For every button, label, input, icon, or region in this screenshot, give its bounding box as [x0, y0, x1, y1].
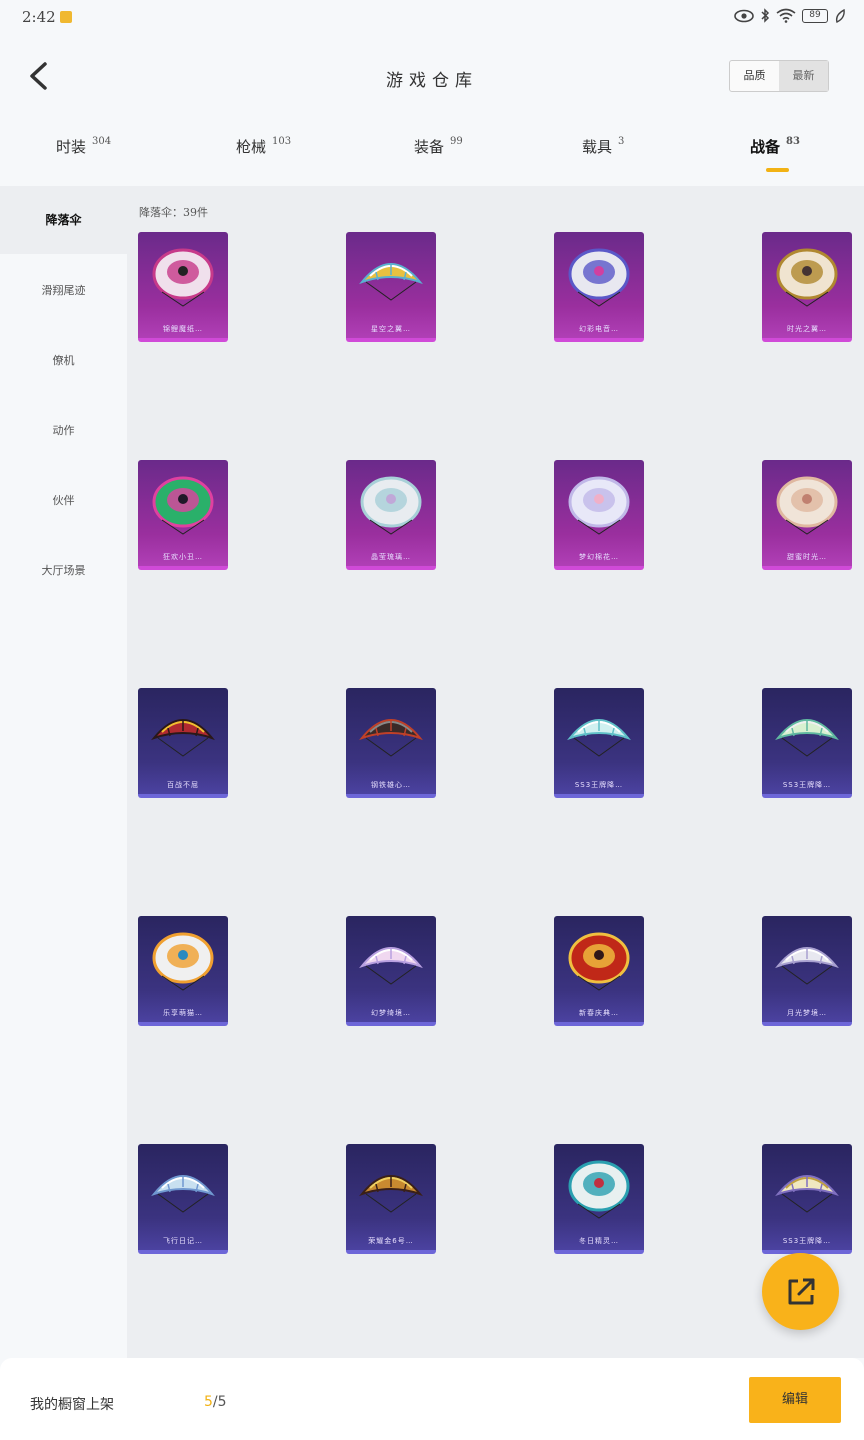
item-name: 月光梦境…	[787, 1009, 827, 1017]
item-card[interactable]: 百战不屈	[138, 688, 228, 798]
sidebar-item-emote[interactable]: 动作	[0, 422, 127, 438]
eye-icon	[734, 9, 754, 22]
parachute-wing-blue-icon	[151, 1175, 215, 1213]
item-card[interactable]: 晶莹琉璃…	[346, 460, 436, 570]
parachute-wing-brown-icon	[359, 1175, 423, 1213]
parachute-round-cream-icon	[776, 476, 838, 535]
battery-icon: 89	[802, 8, 828, 23]
parachute-round-teal-icon	[568, 1160, 630, 1219]
item-card[interactable]: 幻梦绮境…	[346, 916, 436, 1026]
parachute-wing-gold-stripe-icon	[775, 1175, 839, 1213]
parachute-wing-cyan-icon	[567, 719, 631, 757]
item-name: 星空之翼…	[371, 325, 411, 333]
item-name: SS3王牌降…	[782, 1237, 832, 1245]
item-card[interactable]: 锦鲤魔纸…	[138, 232, 228, 342]
parachute-round-crystal-icon	[360, 476, 422, 535]
parachute-wing-black-red-icon	[359, 719, 423, 757]
external-link-icon	[788, 1278, 814, 1304]
item-name: 百战不屈	[167, 781, 199, 789]
share-button[interactable]	[762, 1253, 839, 1330]
item-name: 飞行日记…	[163, 1237, 203, 1245]
item-card[interactable]: 新春庆典…	[554, 916, 644, 1026]
item-name: 晶莹琉璃…	[371, 553, 411, 561]
item-name: 幻梦绮境…	[371, 1009, 411, 1017]
item-name: 钢铁雄心…	[371, 781, 411, 789]
status-icons: 89	[734, 8, 846, 23]
sidebar-item-lobby-scene[interactable]: 大厅场景	[0, 562, 127, 578]
tab-equipment[interactable]: 装备 99	[414, 136, 463, 157]
item-card[interactable]: SS3王牌降…	[762, 688, 852, 798]
notification-icon	[60, 11, 72, 23]
parachute-wing-green-icon	[775, 719, 839, 757]
parachute-round-pink-cat-icon	[152, 248, 214, 307]
item-card[interactable]: 时光之翼…	[762, 232, 852, 342]
item-card[interactable]: 乐享萌猫…	[138, 916, 228, 1026]
bluetooth-icon	[761, 8, 770, 23]
sidebar-item-wingman[interactable]: 僚机	[0, 352, 127, 368]
tab-battle-gear[interactable]: 战备 83	[750, 136, 800, 157]
status-bar: 2:42 89	[0, 0, 864, 36]
showcase-label: 我的橱窗上架	[30, 1397, 114, 1413]
item-grid: 降落伞：39件 锦鲤魔纸… 星空之翼… 幻彩电音… 时光之翼… 狂欢小丑… 晶莹琉璃… 梦幻…	[127, 186, 864, 1358]
item-name: 冬日精灵…	[579, 1237, 619, 1245]
item-card[interactable]: SS3王牌降…	[762, 1144, 852, 1254]
item-name: 乐享萌猫…	[163, 1009, 203, 1017]
sort-by-newest[interactable]: 最新	[779, 61, 828, 91]
leaf-icon	[835, 8, 845, 23]
item-name: 幻彩电音…	[579, 325, 619, 333]
parachute-wing-silver-icon	[775, 947, 839, 985]
item-card[interactable]: 荣耀金6号…	[346, 1144, 436, 1254]
bottom-bar: 我的橱窗上架 5/5 编辑	[0, 1358, 864, 1440]
item-name: 梦幻棉花…	[579, 553, 619, 561]
parachute-round-owl-icon	[152, 932, 214, 991]
item-card[interactable]: 星空之翼…	[346, 232, 436, 342]
item-name: 新春庆典…	[579, 1009, 619, 1017]
header: 游戏仓库 品质 最新	[0, 36, 864, 116]
sidebar: 降落伞 滑翔尾迹 僚机 动作 伙伴 大厅场景	[0, 186, 127, 1358]
item-card[interactable]: 幻彩电音…	[554, 232, 644, 342]
category-tabs: 时装 304 枪械 103 装备 99 载具 3 战备 83	[0, 126, 864, 182]
tab-vehicles[interactable]: 载具 3	[582, 136, 624, 157]
item-card[interactable]: 月光梦境…	[762, 916, 852, 1026]
item-count-label: 降落伞：39件	[139, 206, 208, 219]
showcase-count: 5/5	[204, 1394, 227, 1410]
sidebar-item-companion[interactable]: 伙伴	[0, 492, 127, 508]
parachute-round-red-icon	[568, 932, 630, 991]
tab-weapons[interactable]: 枪械 103	[236, 136, 291, 157]
item-name: SS3王牌降…	[574, 781, 624, 789]
item-name: 甜蜜时光…	[787, 553, 827, 561]
tab-fashion[interactable]: 时装 304	[56, 136, 111, 157]
edit-button[interactable]: 编辑	[749, 1377, 841, 1423]
sidebar-item-parachute[interactable]: 降落伞	[0, 186, 127, 254]
item-name: 锦鲤魔纸…	[163, 325, 203, 333]
active-tab-indicator	[766, 168, 789, 172]
parachute-wing-gold-icon	[359, 263, 423, 301]
sidebar-item-glide-trail[interactable]: 滑翔尾迹	[0, 282, 127, 298]
parachute-wing-pink-icon	[359, 947, 423, 985]
parachute-round-clown-icon	[152, 476, 214, 535]
parachute-round-lavender-icon	[568, 476, 630, 535]
parachute-round-graffiti-icon	[568, 248, 630, 307]
item-name: SS3王牌降…	[782, 781, 832, 789]
item-name: 荣耀金6号…	[368, 1237, 414, 1245]
item-name: 狂欢小丑…	[163, 553, 203, 561]
item-card[interactable]: 梦幻棉花…	[554, 460, 644, 570]
item-card[interactable]: 飞行日记…	[138, 1144, 228, 1254]
wifi-icon	[776, 8, 796, 23]
parachute-round-gold-frame-icon	[776, 248, 838, 307]
status-time: 2:42	[22, 8, 56, 26]
item-name: 时光之翼…	[787, 325, 827, 333]
item-card[interactable]: 狂欢小丑…	[138, 460, 228, 570]
item-card[interactable]: 甜蜜时光…	[762, 460, 852, 570]
sort-by-quality[interactable]: 品质	[730, 61, 779, 91]
item-card[interactable]: 钢铁雄心…	[346, 688, 436, 798]
parachute-wing-red-icon	[151, 719, 215, 757]
sort-toggle[interactable]: 品质 最新	[729, 60, 829, 92]
item-card[interactable]: SS3王牌降…	[554, 688, 644, 798]
item-card[interactable]: 冬日精灵…	[554, 1144, 644, 1254]
